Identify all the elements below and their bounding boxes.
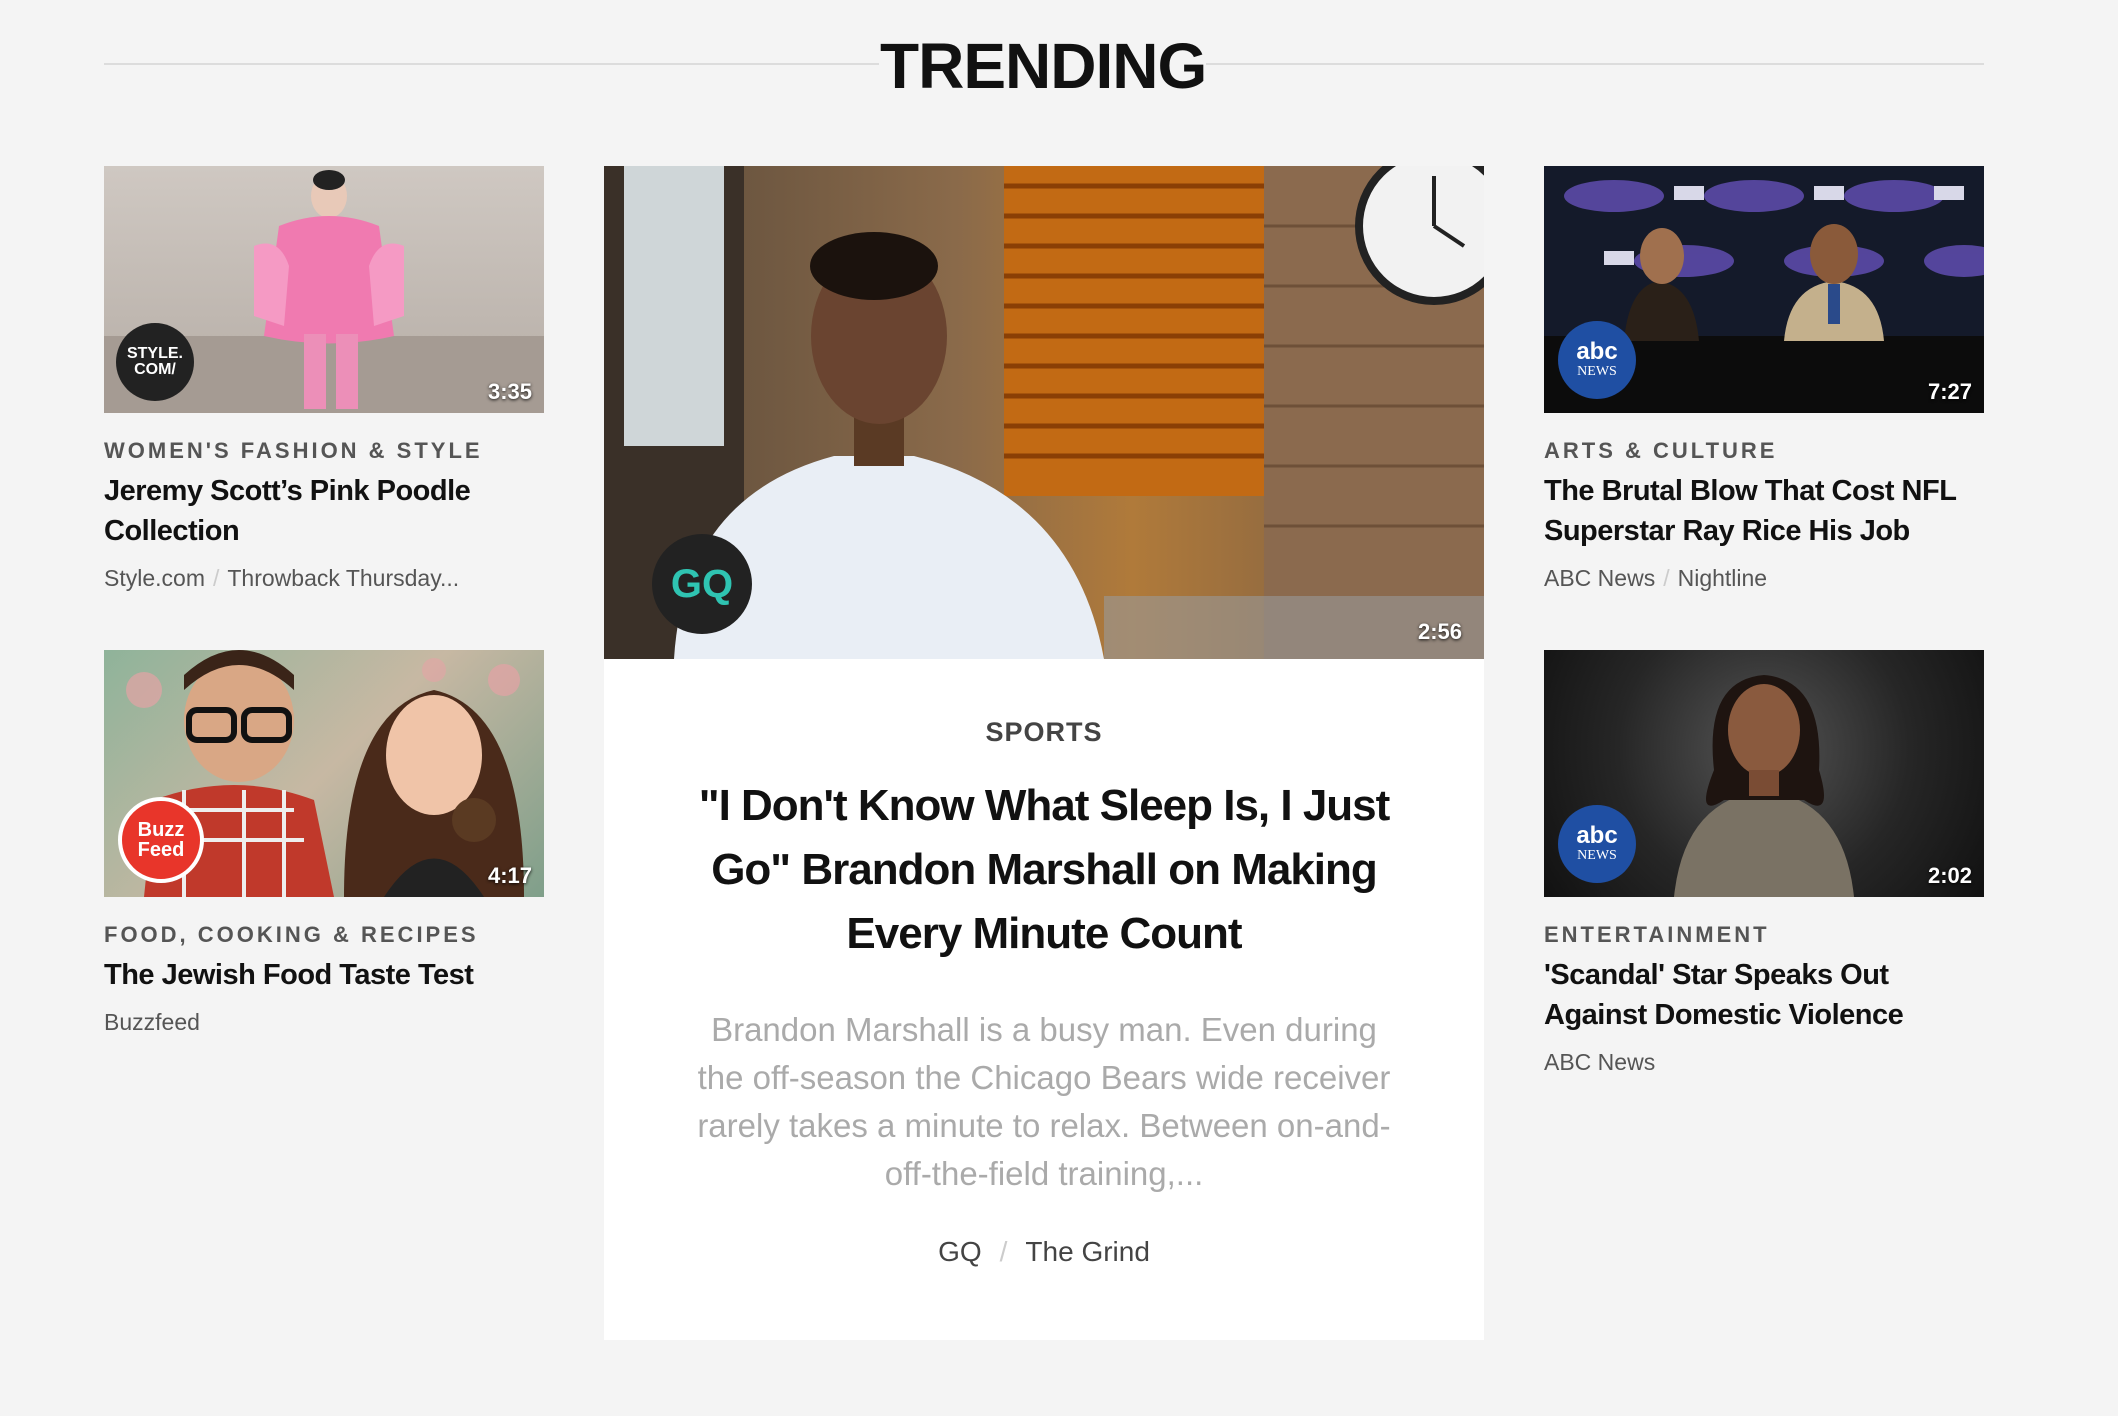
card-title[interactable]: Jeremy Scott’s Pink Poodle Collection: [104, 471, 544, 551]
header-rule-left: [104, 63, 879, 65]
feature-meta: GQ / The Grind: [674, 1236, 1414, 1268]
card-title[interactable]: 'Scandal' Star Speaks Out Against Domest…: [1544, 955, 1984, 1035]
card-category[interactable]: ARTS & CULTURE: [1544, 437, 1984, 465]
video-card-arts[interactable]: abc NEWS 7:27 ARTS & CULTURE The Brutal …: [1544, 166, 1984, 593]
card-category[interactable]: ENTERTAINMENT: [1544, 921, 1984, 949]
abc-logo-text: abc: [1576, 822, 1618, 849]
card-title[interactable]: The Jewish Food Taste Test: [104, 955, 544, 995]
card-source[interactable]: Buzzfeed: [104, 1009, 200, 1035]
meta-separator: /: [1663, 565, 1670, 591]
video-thumbnail[interactable]: abc NEWS 2:02: [1544, 650, 1984, 897]
card-category[interactable]: WOMEN'S FASHION & STYLE: [104, 437, 544, 465]
video-thumbnail[interactable]: abc NEWS 7:27: [1544, 166, 1984, 413]
video-thumbnail[interactable]: Buzz Feed 4:17: [104, 650, 544, 897]
buzzfeed-logo-icon: Buzz Feed: [118, 797, 204, 883]
video-duration: 2:02: [1927, 863, 1972, 888]
video-duration: 4:17: [487, 863, 532, 888]
news-logo-text: NEWS: [1577, 848, 1617, 863]
card-meta: Style.com / Throwback Thursday...: [104, 563, 544, 593]
section-title: TRENDING: [880, 30, 1207, 102]
video-duration: 7:27: [1927, 379, 1972, 404]
feature-title[interactable]: "I Don't Know What Sleep Is, I Just Go" …: [674, 774, 1414, 966]
meta-separator: /: [212, 565, 220, 591]
card-source[interactable]: ABC News: [1544, 1049, 1655, 1075]
feature-description: Brandon Marshall is a busy man. Even dur…: [697, 1011, 1391, 1192]
featured-video-card[interactable]: GQ 2:56 SPORTS "I Don't Know What Sleep …: [604, 166, 1484, 1340]
abc-news-logo-icon: abc NEWS: [1558, 321, 1636, 399]
feature-series[interactable]: The Grind: [1025, 1236, 1150, 1267]
card-meta: ABC News / Nightline: [1544, 563, 1984, 593]
video-card-fashion[interactable]: STYLE. COM/ 3:35 WOMEN'S FASHION & STYLE…: [104, 166, 544, 593]
feature-category[interactable]: SPORTS: [674, 717, 1414, 748]
card-meta: ABC News: [1544, 1047, 1984, 1077]
video-card-food[interactable]: Buzz Feed 4:17 FOOD, COOKING & RECIPES T…: [104, 650, 544, 1037]
abc-logo-text: abc: [1576, 338, 1618, 365]
card-source[interactable]: ABC News: [1544, 565, 1655, 591]
meta-separator: /: [999, 1236, 1008, 1267]
card-title[interactable]: The Brutal Blow That Cost NFL Superstar …: [1544, 471, 1984, 551]
video-card-entertainment[interactable]: abc NEWS 2:02 ENTERTAINMENT 'Scandal' St…: [1544, 650, 1984, 1077]
card-meta: Buzzfeed: [104, 1007, 544, 1037]
card-series[interactable]: Throwback Thursday...: [227, 565, 459, 591]
gq-logo-icon: GQ: [652, 534, 752, 634]
video-duration: 2:56: [1417, 619, 1462, 644]
card-source[interactable]: Style.com: [104, 565, 205, 591]
video-thumbnail[interactable]: STYLE. COM/ 3:35: [104, 166, 544, 413]
video-duration: 3:35: [487, 379, 532, 404]
card-category[interactable]: FOOD, COOKING & RECIPES: [104, 921, 544, 949]
header-rule-right: [1206, 63, 1984, 65]
card-series[interactable]: Nightline: [1678, 565, 1768, 591]
featured-video-thumbnail[interactable]: GQ 2:56: [604, 166, 1484, 659]
abc-news-logo-icon: abc NEWS: [1558, 805, 1636, 883]
style-com-logo-icon: STYLE. COM/: [116, 323, 194, 401]
news-logo-text: NEWS: [1577, 364, 1617, 379]
feature-source[interactable]: GQ: [938, 1236, 982, 1267]
